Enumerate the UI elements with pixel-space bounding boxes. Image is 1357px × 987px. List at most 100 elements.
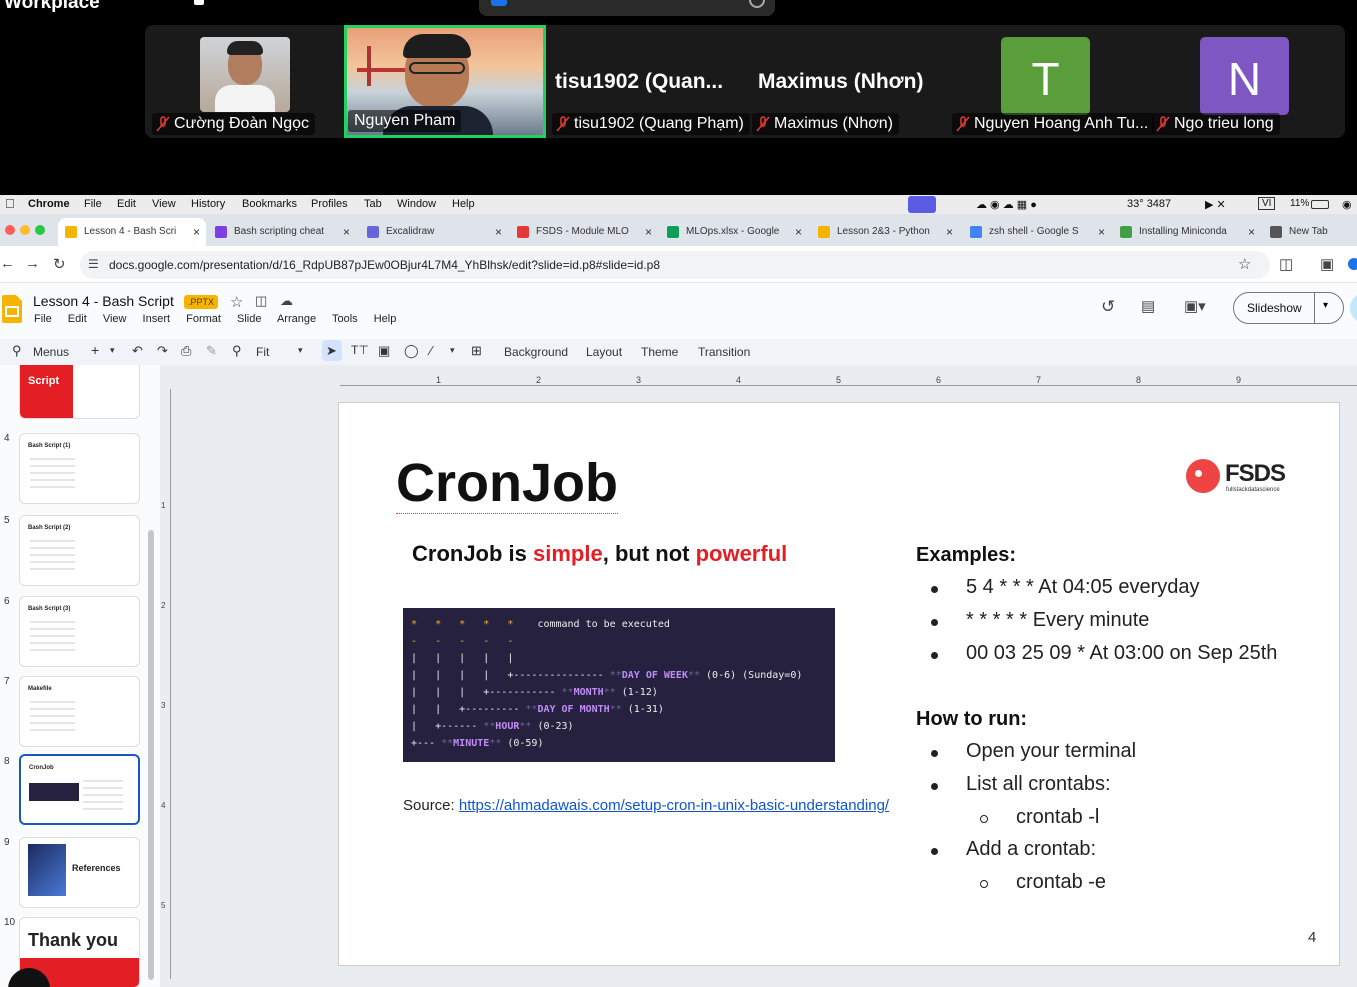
browser-tab[interactable]: Installing Miniconda × (1113, 218, 1261, 246)
horizontal-ruler[interactable]: 1 2 3 4 5 6 7 8 9 (340, 373, 1357, 389)
slide-thumbnail[interactable]: Script (19, 365, 140, 419)
comments-icon[interactable]: ▤ (1141, 297, 1155, 315)
example-item[interactable]: 00 03 25 09 * At 03:00 on Sep 25th (966, 642, 1277, 665)
browser-tab[interactable]: Lesson 2&3 - Python × (811, 218, 959, 246)
example-item[interactable]: 5 4 * * * At 04:05 everyday (966, 576, 1200, 599)
input-method-badge[interactable]: VI (1258, 197, 1276, 210)
source-link[interactable]: https://ahmadawais.com/setup-cron-in-uni… (459, 797, 889, 814)
active-speaker-tile[interactable]: Nguyen Pham (344, 25, 546, 138)
example-item[interactable]: * * * * * Every minute (966, 609, 1149, 632)
menu-edit[interactable]: Edit (68, 313, 87, 325)
redo-icon[interactable]: ↷ (157, 343, 168, 359)
theme-button[interactable]: Theme (641, 345, 678, 359)
info-icon[interactable] (749, 0, 765, 8)
slide-filmstrip[interactable]: Script 4 Bash Script (1) 5 Bash Script (2) 6… (0, 365, 160, 987)
forward-icon[interactable]: → (25, 255, 40, 272)
paint-format-icon[interactable]: ✎ (206, 343, 217, 359)
screen-share-icon[interactable] (908, 196, 936, 213)
menu-format[interactable]: Format (186, 313, 221, 325)
reload-icon[interactable]: ↻ (53, 255, 66, 273)
tab-close-icon[interactable]: × (1248, 225, 1255, 239)
zoom-select[interactable]: Fit (256, 345, 269, 359)
slideshow-dropdown-icon[interactable]: ▾ (1323, 300, 1328, 311)
zoom-icon[interactable]: ⚲ (232, 343, 242, 359)
bookmark-star-icon[interactable]: ☆ (1238, 255, 1251, 273)
tab-close-icon[interactable]: × (795, 225, 802, 239)
zoom-dropdown-icon[interactable]: ▾ (298, 345, 303, 356)
examples-heading[interactable]: Examples: (916, 544, 1016, 567)
document-title[interactable]: Lesson 4 - Bash Script (33, 293, 174, 309)
line-dropdown-icon[interactable]: ▾ (450, 345, 455, 356)
browser-tab[interactable]: MLOps.xlsx - Google × (660, 218, 808, 246)
menus-search[interactable]: Menus (33, 345, 69, 359)
profile-avatar[interactable] (1348, 258, 1357, 270)
url-text[interactable]: docs.google.com/presentation/d/16_RdpUB8… (109, 258, 660, 272)
browser-tab[interactable]: New Tab (1263, 218, 1357, 246)
temperature-status[interactable]: 33° 3487 (1127, 198, 1171, 210)
star-icon[interactable]: ☆ (230, 293, 243, 311)
menubar-item-view[interactable]: View (152, 198, 176, 210)
current-slide[interactable]: CronJob FSDS fullstackdatascience CronJo… (338, 402, 1340, 966)
menu-slide[interactable]: Slide (237, 313, 261, 325)
new-slide-dropdown-icon[interactable]: ▾ (110, 345, 115, 356)
menubar-item-file[interactable]: File (84, 198, 102, 210)
slide-thumbnail[interactable]: Makefile (19, 676, 140, 747)
menu-insert[interactable]: Insert (143, 313, 171, 325)
text-box-icon[interactable]: T⊤ (351, 343, 369, 357)
zoom-top-bar[interactable] (479, 0, 775, 16)
browser-tab[interactable]: Lesson 4 - Bash Scri × (58, 218, 206, 246)
menu-arrange[interactable]: Arrange (277, 313, 316, 325)
browser-tab[interactable]: zsh shell - Google S × (963, 218, 1111, 246)
transition-button[interactable]: Transition (698, 345, 750, 359)
tab-close-icon[interactable]: × (495, 225, 502, 239)
share-button[interactable] (1350, 293, 1357, 323)
tab-close-icon[interactable]: × (946, 225, 953, 239)
menu-view[interactable]: View (103, 313, 127, 325)
select-cursor-icon[interactable]: ➤ (326, 343, 337, 359)
line-icon[interactable]: ∕ (430, 343, 432, 358)
menubar-item-tab[interactable]: Tab (364, 198, 382, 210)
cron-syntax-diagram[interactable]: * * * * * command to be executed - - - - … (403, 608, 835, 762)
menubar-item-window[interactable]: Window (397, 198, 436, 210)
print-icon[interactable]: ⎙ (181, 343, 191, 359)
slides-logo-icon[interactable] (2, 295, 22, 323)
howto-heading[interactable]: How to run: (916, 708, 1027, 731)
slide-thumbnail[interactable]: Bash Script (2) (19, 515, 140, 586)
menubar-item-bookmarks[interactable]: Bookmarks (242, 198, 297, 210)
tab-close-icon[interactable]: × (645, 225, 652, 239)
menu-help[interactable]: Help (374, 313, 397, 325)
extensions-icon[interactable]: ◫ (1279, 255, 1293, 273)
menubar-item-chrome[interactable]: Chrome (28, 198, 70, 210)
move-folder-icon[interactable]: ◫ (255, 293, 267, 309)
shape-icon[interactable]: ◯ (404, 343, 419, 359)
menubar-item-history[interactable]: History (191, 198, 225, 210)
layout-button[interactable]: Layout (586, 345, 622, 359)
filmstrip-scrollbar[interactable] (148, 530, 154, 980)
slideshow-button[interactable]: Slideshow (1247, 301, 1302, 315)
participant-tile[interactable]: N Ngo trieu long (1148, 25, 1343, 138)
meet-camera-icon[interactable]: ▣▾ (1184, 297, 1206, 315)
comment-add-icon[interactable]: ⊞ (471, 343, 482, 359)
maximize-window-icon[interactable] (35, 225, 45, 235)
vertical-ruler[interactable]: 1 2 3 4 5 (160, 389, 172, 987)
menubar-item-help[interactable]: Help (452, 198, 475, 210)
slide-thumbnail[interactable]: Bash Script (1) (19, 433, 140, 504)
howto-subitem[interactable]: crontab -l (1016, 806, 1099, 829)
slide-thumbnail[interactable]: CronJob (19, 754, 140, 825)
howto-item[interactable]: List all crontabs: (966, 773, 1111, 796)
slide-thumbnail[interactable]: Bash Script (3) (19, 596, 140, 667)
tab-close-icon[interactable]: × (343, 225, 350, 239)
background-button[interactable]: Background (504, 345, 568, 359)
source-caption[interactable]: Source: https://ahmadawais.com/setup-cro… (403, 797, 889, 814)
version-history-icon[interactable]: ↺ (1101, 297, 1115, 317)
participant-tile[interactable]: T Nguyen Hoang Anh Tu... (948, 25, 1155, 138)
apple-icon[interactable]:  (5, 196, 15, 211)
slide-thumbnail[interactable]: References (19, 837, 140, 908)
site-info-icon[interactable]: ☰ (88, 257, 99, 271)
image-icon[interactable]: ▣ (378, 343, 390, 359)
back-icon[interactable]: ← (0, 255, 15, 272)
cloud-status-icon[interactable]: ☁ (280, 293, 293, 309)
undo-icon[interactable]: ↶ (132, 343, 143, 359)
menu-file[interactable]: File (34, 313, 52, 325)
menubar-item-profiles[interactable]: Profiles (311, 198, 348, 210)
